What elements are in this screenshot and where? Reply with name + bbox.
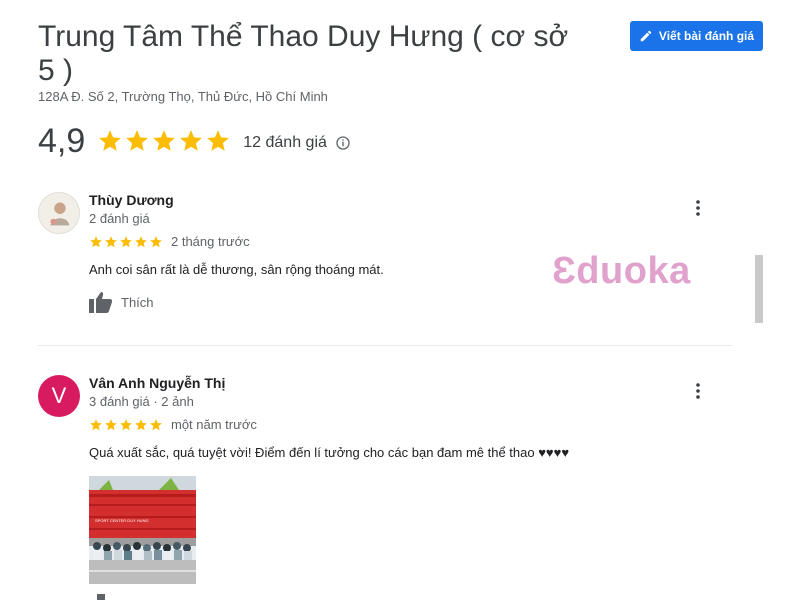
reviewer-name[interactable]: Thùy Dương [89, 192, 174, 208]
scrollbar[interactable] [755, 255, 763, 323]
review-time: một năm trước [171, 417, 257, 432]
review-stars [89, 235, 163, 249]
review-item: V Vân Anh Nguyễn Thị 3 đánh giá · 2 ảnh … [38, 375, 738, 600]
thumb-up-icon [89, 292, 113, 313]
reviewer-avatar[interactable]: V [38, 375, 80, 417]
star-icon [135, 235, 147, 247]
star-icon [207, 130, 230, 151]
divider [38, 345, 732, 346]
star-icon [90, 418, 102, 430]
more-options-button[interactable] [688, 200, 708, 220]
review-time: 2 tháng trước [171, 234, 250, 249]
more-vert-icon [696, 200, 700, 216]
reviewer-meta: 2 đánh giá [89, 211, 150, 226]
rating-summary: 4,9 12 đánh giá [38, 122, 351, 160]
like-button[interactable]: Thích [89, 291, 154, 313]
thumb-up-icon[interactable] [97, 594, 105, 600]
rating-stars [97, 128, 231, 154]
more-options-button[interactable] [688, 383, 708, 403]
star-icon [99, 130, 122, 151]
write-review-label: Viết bài đánh giá [658, 29, 755, 43]
photo-sign-text: SPORT CENTER DUY HUNG [95, 518, 149, 523]
place-title: Trung Tâm Thể Thao Duy Hưng ( cơ sở 5 ) [38, 20, 569, 87]
more-vert-icon [696, 383, 700, 399]
edit-icon [640, 30, 652, 42]
review-text: Quá xuất sắc, quá tuyệt vời! Điểm đến lí… [89, 445, 570, 460]
star-icon [126, 130, 149, 151]
reviewer-name[interactable]: Vân Anh Nguyễn Thị [89, 375, 225, 391]
star-icon [153, 130, 176, 151]
watermark: Ɛduoka [552, 250, 691, 292]
star-icon [150, 418, 162, 430]
review-photo[interactable]: SPORT CENTER DUY HUNG [89, 476, 196, 584]
star-icon [135, 418, 147, 430]
like-label: Thích [121, 294, 154, 310]
star-icon [90, 235, 102, 247]
review-stars [89, 418, 163, 432]
star-icon [180, 130, 203, 151]
rating-value: 4,9 [38, 122, 86, 160]
star-icon [150, 235, 162, 247]
review-count[interactable]: 12 đánh giá [243, 134, 327, 152]
avatar-photo-icon [39, 193, 79, 233]
info-icon[interactable] [335, 135, 351, 151]
write-review-button[interactable]: Viết bài đánh giá [630, 21, 763, 51]
star-icon [105, 235, 117, 247]
place-address: 128A Đ. Số 2, Trường Thọ, Thủ Đức, Hồ Ch… [38, 89, 328, 104]
reviewer-avatar[interactable] [38, 192, 80, 234]
review-rating: 2 tháng trước [89, 234, 250, 249]
reviewer-meta: 3 đánh giá · 2 ảnh [89, 394, 194, 409]
review-rating: một năm trước [89, 417, 257, 432]
star-icon [120, 235, 132, 247]
star-icon [105, 418, 117, 430]
review-photo-image: SPORT CENTER DUY HUNG [89, 476, 196, 584]
star-icon [120, 418, 132, 430]
